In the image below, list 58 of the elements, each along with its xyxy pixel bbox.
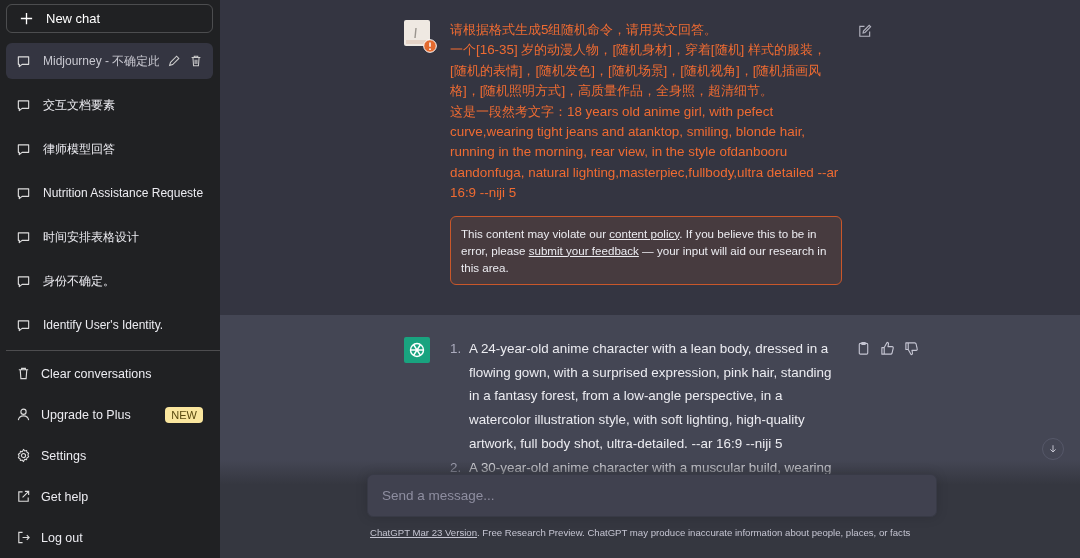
- conversation-title: 时间安排表格设计: [43, 228, 140, 246]
- menu-label: Settings: [41, 448, 88, 463]
- clipboard-icon[interactable]: [856, 341, 871, 356]
- conversation-title: Nutrition Assistance Requeste: [43, 186, 203, 200]
- menu-label: Upgrade to Plus: [41, 407, 132, 422]
- chat-bubble-icon: [16, 273, 31, 289]
- list-number: 2.: [450, 458, 463, 477]
- message-text: 一个[16-35] 岁的动漫人物，[随机身材]，穿着[随机] 样式的服装，[随机的表情]，[随机发色]，[随机场景]，[随机视角]，[随机插画风格]，[随机照明方式]，高质量作品，全身照，超清细节。: [450, 41, 827, 101]
- edit-icon[interactable]: [167, 54, 181, 68]
- chat-bubble-icon: [16, 141, 31, 157]
- menu-item[interactable]: Upgrade to Plus NEW: [6, 394, 213, 435]
- user-avatar-icon: [404, 20, 430, 46]
- chat-bubble-icon: [16, 53, 31, 69]
- trash-icon[interactable]: [189, 54, 203, 68]
- settings-icon: [16, 448, 31, 463]
- conversation-item[interactable]: 身份不确定。: [6, 263, 213, 299]
- menu-item[interactable]: Log out: [6, 517, 213, 558]
- conversation-title: 交互文档要素: [43, 96, 116, 114]
- list-item-text: A 24-year-old anime character with a lean body, dressed in a flowing gown, with a surprised expression, pink hair, standing in a fantasy forest, from a low-angle perspective, in a watercolor illustration style, with soft lighting, high-quality artwork, full body shot, ultra-detailed. --ar 16:9 --niji 5: [469, 340, 833, 453]
- feedback-link[interactable]: submit your feedback: [528, 243, 639, 257]
- version-link[interactable]: ChatGPT Mar 23 Version: [370, 527, 477, 538]
- menu-label: Clear conversations: [41, 366, 153, 381]
- conversation-title: 身份不确定。: [43, 272, 116, 290]
- conversation-item[interactable]: 律师模型回答: [6, 131, 213, 167]
- menu-label: Get help: [41, 489, 90, 504]
- message-text: 请根据格式生成5组随机命令，请用英文回答。: [450, 21, 719, 39]
- list-item-text: A 30-year-old anime character with a muscular build, wearing: [469, 458, 832, 477]
- conversation-item[interactable]: Identify User's Identity.: [6, 307, 213, 343]
- list-number: 1.: [450, 340, 463, 358]
- new-badge: NEW: [165, 406, 203, 423]
- conversation-item[interactable]: 交互文档要素: [6, 87, 213, 123]
- trash-icon: [16, 366, 31, 381]
- conversation-title: 律师模型回答: [43, 140, 116, 158]
- chat-bubble-icon: [16, 317, 31, 333]
- menu-item[interactable]: Clear conversations: [6, 353, 213, 394]
- conversation-item[interactable]: Nutrition Assistance Requeste: [6, 175, 213, 211]
- menu-label: Log out: [41, 530, 84, 545]
- content-warning: This content may violate our content policy. If you believe this to be in error, please submit your feedback — your input will aid our research in this area.: [450, 215, 842, 285]
- new-chat-button[interactable]: New chat: [6, 4, 213, 33]
- conversation-title: Identify User's Identity.: [43, 318, 165, 332]
- disclaimer-text: ChatGPT Mar 23 Version. Free Research Preview. ChatGPT may produce inaccurate information about people, places, or facts: [370, 527, 911, 538]
- arrow-down-icon: [1047, 443, 1059, 455]
- plus-icon: [19, 11, 34, 26]
- thumbs-down-icon[interactable]: [904, 341, 919, 356]
- menu-item[interactable]: Settings: [6, 435, 213, 476]
- logout-icon: [16, 530, 31, 545]
- conversation-item[interactable]: 时间安排表格设计: [6, 219, 213, 255]
- edit-icon[interactable]: [857, 24, 872, 39]
- menu-item[interactable]: Get help: [6, 476, 213, 517]
- chat-bubble-icon: [16, 185, 31, 201]
- thumbs-up-icon[interactable]: [880, 341, 895, 356]
- message-text: 这是一段然考文字：18 years old anime girl, with pefect curve,wearing tight jeans and atanktop, smiling, blonde hair, running in the morning, rear view, in the style ofdanbooru dandonfuga, natural lighting,masterpiec,fullbody,ultra detailed --ar 16:9 --niji 5: [450, 102, 840, 203]
- assistant-logo-icon: [404, 337, 430, 363]
- message-input[interactable]: Send a message...: [367, 474, 937, 517]
- chat-bubble-icon: [16, 229, 31, 245]
- user-icon: [16, 407, 31, 422]
- chat-bubble-icon: [16, 97, 31, 113]
- external-link-icon: [16, 489, 31, 504]
